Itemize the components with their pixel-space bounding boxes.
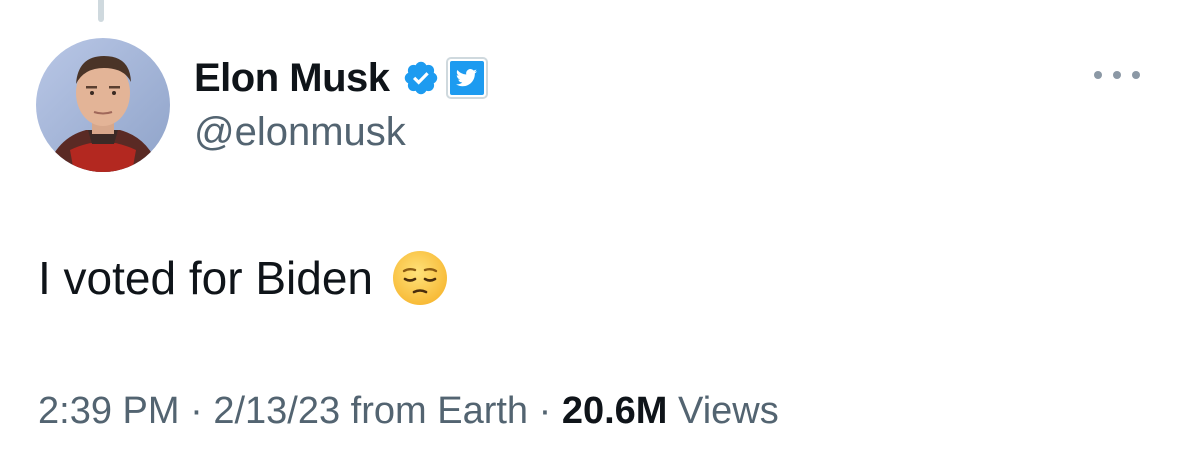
tweet-card: Elon Musk @elonmusk I voted for Biden 2:…: [0, 0, 1179, 474]
pensive-face-emoji-icon: [391, 249, 449, 307]
views-label[interactable]: Views: [678, 390, 779, 432]
avatar[interactable]: [36, 38, 170, 172]
tweet-meta: 2:39 PM · 2/13/23 from Earth · 20.6M Vie…: [38, 390, 779, 433]
more-dot-icon: [1094, 71, 1102, 79]
tweet-text: I voted for Biden: [38, 252, 373, 304]
meta-separator: ·: [190, 390, 203, 432]
tweet-body: I voted for Biden: [38, 248, 449, 308]
views-count[interactable]: 20.6M: [562, 390, 668, 432]
twitter-bird-badge-icon[interactable]: [445, 57, 488, 99]
author-name-row: Elon Musk: [194, 50, 488, 106]
thread-connector-line: [98, 0, 104, 22]
author-handle[interactable]: @elonmusk: [194, 110, 406, 155]
more-dot-icon: [1113, 71, 1121, 79]
tweet-source: from Earth: [350, 390, 529, 432]
tweet-time[interactable]: 2:39 PM: [38, 390, 180, 432]
verified-badge-icon[interactable]: [402, 59, 440, 97]
tweet-date[interactable]: 2/13/23: [213, 390, 340, 432]
meta-separator: ·: [538, 390, 552, 432]
author-display-name[interactable]: Elon Musk: [194, 56, 390, 101]
more-options-icon[interactable]: [1094, 62, 1140, 88]
more-dot-icon: [1132, 71, 1140, 79]
